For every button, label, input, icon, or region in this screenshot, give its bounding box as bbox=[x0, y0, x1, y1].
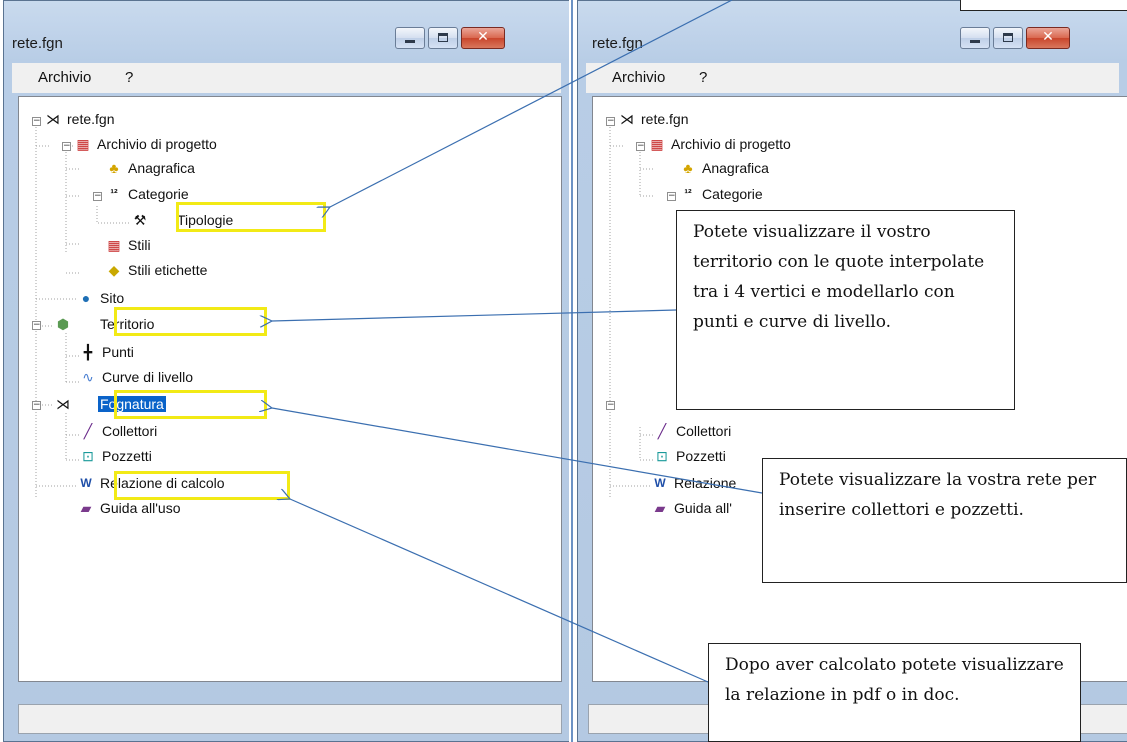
project-archive-icon: ▦ bbox=[650, 136, 664, 152]
contour-icon: ∿ bbox=[82, 369, 94, 385]
network-icon: ⋊ bbox=[46, 111, 60, 127]
manhole-icon: ⊡ bbox=[82, 448, 94, 464]
collapse-toggle[interactable] bbox=[32, 117, 41, 126]
callout-fognatura-text: Potete visualizzare la vostra rete per i… bbox=[779, 470, 1097, 520]
categories-icon: ¹² bbox=[110, 188, 118, 200]
minimize-icon bbox=[970, 40, 980, 43]
globe-icon: ● bbox=[81, 290, 91, 306]
network-icon: ⋊ bbox=[56, 396, 70, 412]
status-bar bbox=[18, 704, 562, 734]
collapse-toggle[interactable] bbox=[93, 192, 102, 201]
collapse-toggle[interactable] bbox=[606, 401, 615, 410]
close-button[interactable]: ✕ bbox=[1026, 27, 1070, 49]
collapse-toggle[interactable] bbox=[606, 117, 615, 126]
point-icon: ╋ bbox=[83, 344, 93, 360]
menu-help[interactable]: ? bbox=[125, 69, 133, 86]
maximize-icon bbox=[1003, 33, 1013, 42]
callout-relazione: Dopo aver calcolato potete visualizzare … bbox=[708, 643, 1081, 742]
window-title: rete.fgn bbox=[12, 35, 63, 52]
menu-bar: Archivio ? bbox=[12, 63, 561, 93]
network-icon: ⋊ bbox=[620, 111, 634, 127]
menu-archivio[interactable]: Archivio bbox=[612, 69, 665, 86]
callout-territorio: Potete visualizzare il vostro territorio… bbox=[676, 210, 1015, 410]
pipe-icon: ╱ bbox=[657, 423, 667, 439]
word-doc-icon: W bbox=[654, 476, 666, 490]
collapse-toggle[interactable] bbox=[667, 192, 676, 201]
word-doc-icon: W bbox=[80, 476, 92, 490]
window-title: rete.fgn bbox=[592, 35, 643, 52]
book-icon: ▰ bbox=[80, 500, 92, 516]
title-bar[interactable]: rete.fgn ✕ bbox=[4, 1, 569, 57]
window-controls: ✕ bbox=[960, 27, 1070, 51]
collapse-toggle[interactable] bbox=[32, 321, 41, 330]
people-icon: ♣ bbox=[683, 160, 693, 176]
categories-icon: ¹² bbox=[684, 188, 692, 200]
callout-fognatura: Potete visualizzare la vostra rete per i… bbox=[762, 458, 1127, 583]
menu-archivio[interactable]: Archivio bbox=[38, 69, 91, 86]
project-archive-icon: ▦ bbox=[76, 136, 90, 152]
maximize-icon bbox=[438, 33, 448, 42]
close-button[interactable]: ✕ bbox=[461, 27, 505, 49]
terrain-icon: ⬢ bbox=[56, 316, 70, 332]
maximize-button[interactable] bbox=[993, 27, 1023, 49]
styles-icon: ▦ bbox=[107, 237, 121, 253]
window-controls: ✕ bbox=[395, 27, 505, 51]
people-icon: ♣ bbox=[109, 160, 119, 176]
collapse-toggle[interactable] bbox=[62, 142, 71, 151]
close-icon: ✕ bbox=[1042, 29, 1054, 45]
close-icon: ✕ bbox=[477, 29, 489, 45]
callout-top-fragment bbox=[960, 0, 1127, 11]
minimize-button[interactable] bbox=[395, 27, 425, 49]
minimize-button[interactable] bbox=[960, 27, 990, 49]
left-window: rete.fgn ✕ Archivio ? − − − − − ⋊ rete.f… bbox=[3, 0, 570, 742]
manhole-icon: ⊡ bbox=[656, 448, 668, 464]
tools-icon: ⚒ bbox=[133, 212, 147, 228]
menu-help[interactable]: ? bbox=[699, 69, 707, 86]
collapse-toggle[interactable] bbox=[32, 401, 41, 410]
maximize-button[interactable] bbox=[428, 27, 458, 49]
minimize-icon bbox=[405, 40, 415, 43]
menu-bar: Archivio ? bbox=[586, 63, 1119, 93]
book-icon: ▰ bbox=[654, 500, 666, 516]
label-styles-icon: ◆ bbox=[108, 262, 120, 278]
callout-territorio-text: Potete visualizzare il vostro territorio… bbox=[693, 222, 985, 332]
project-tree[interactable]: ⋊ rete.fgn ▦ Archivio di progetto ♣ Anag… bbox=[18, 96, 562, 682]
callout-relazione-text: Dopo aver calcolato potete visualizzare … bbox=[725, 655, 1064, 705]
pipe-icon: ╱ bbox=[83, 423, 93, 439]
collapse-toggle[interactable] bbox=[636, 142, 645, 151]
